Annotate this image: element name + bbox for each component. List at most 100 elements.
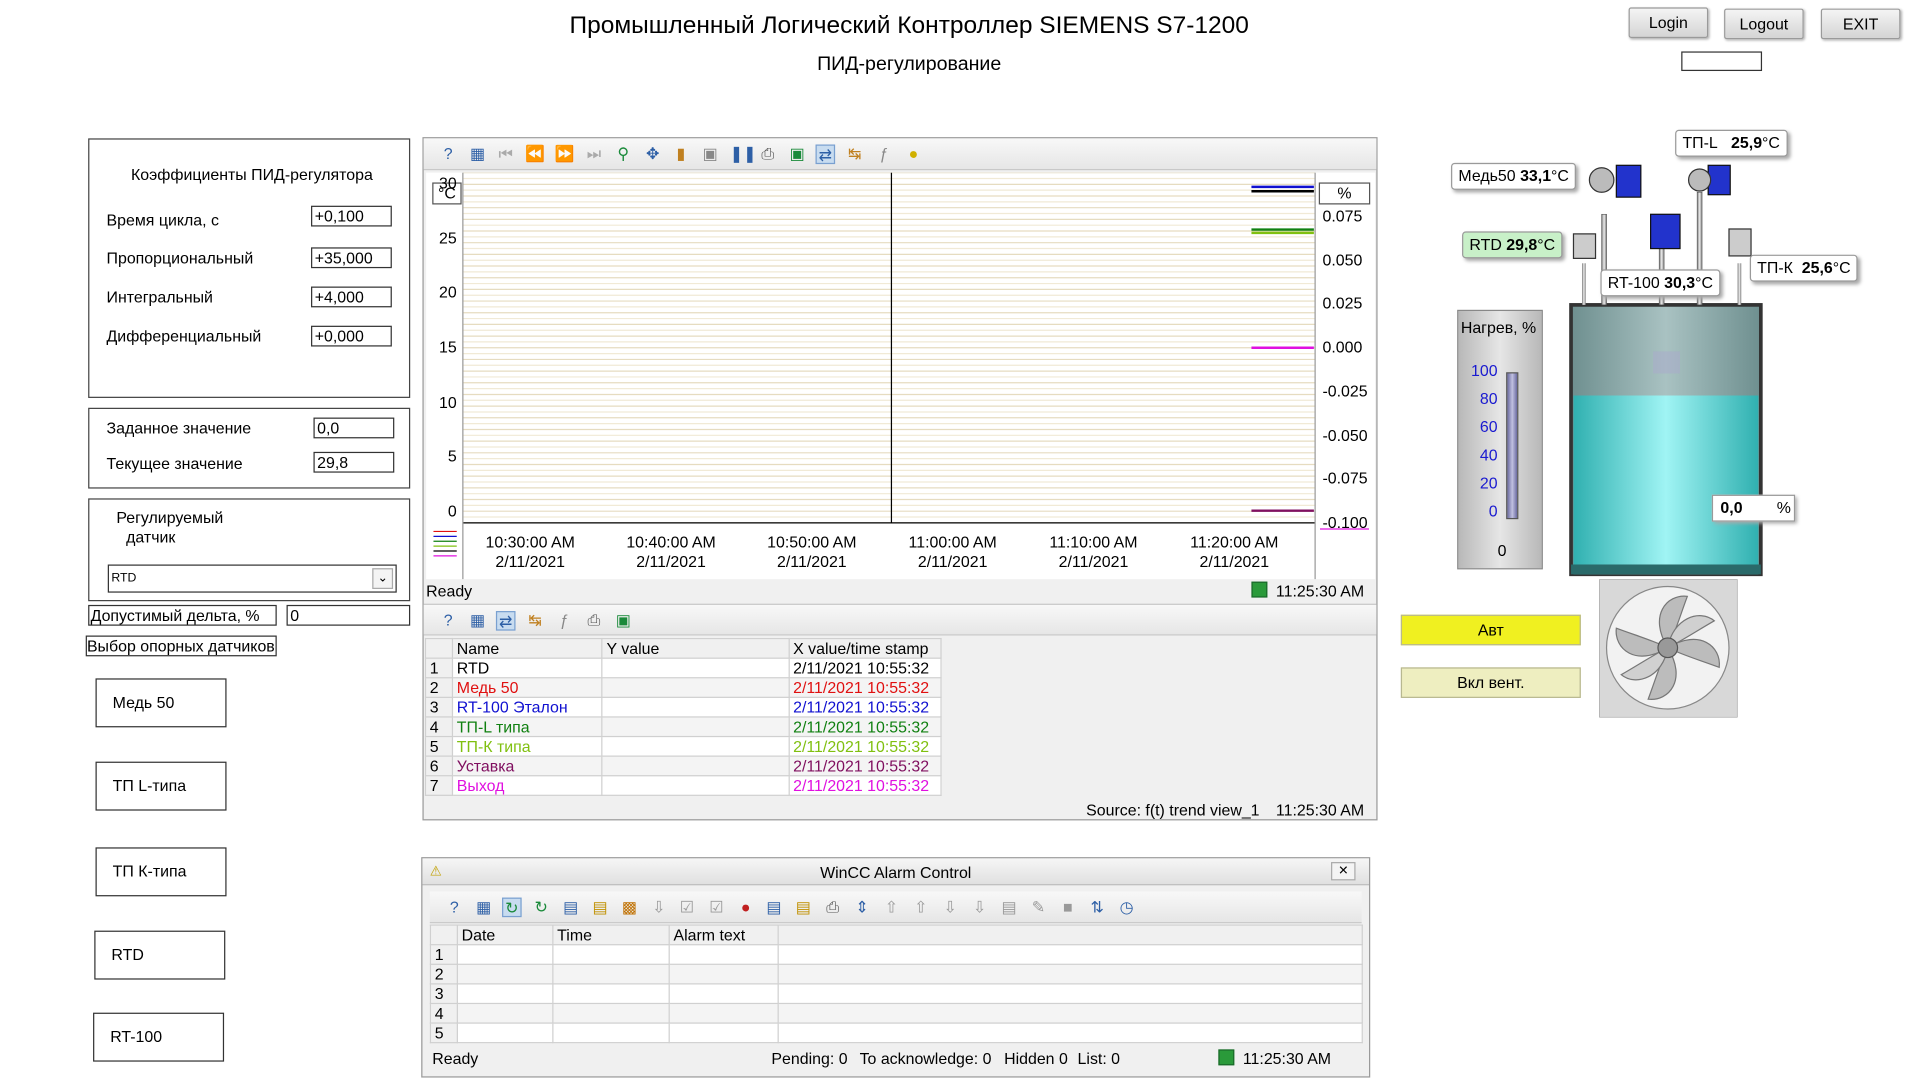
trend-control: ? ▦ ⏮ ⏪ ⏩ ⏭ ⚲ ✥ ▮ ▣ ❚❚ ⎙ ▣ ⇄ ↹ ƒ ● °C % [422, 137, 1378, 821]
alarm-help-icon[interactable]: ? [444, 898, 464, 918]
alarm-control: ⚠ WinCC Alarm Control ✕ ? ▦ ↻ ↻ ▤ ▤ ▩ ⇩ … [421, 857, 1371, 1078]
alarm-group-ack-icon[interactable]: ☑ [707, 898, 727, 918]
alarm-row[interactable]: 2 [429, 963, 1363, 985]
alarm-row[interactable]: 3 [429, 983, 1363, 1005]
alarm-row[interactable]: 4 [429, 1002, 1363, 1024]
col-x-value[interactable]: X value/time stamp [788, 637, 942, 659]
rtd-value: 29,8 [1506, 235, 1538, 254]
ruler-icon[interactable]: ▮ [671, 144, 691, 164]
alarm-lock-list-icon[interactable]: ▤ [561, 898, 581, 918]
export-icon[interactable]: ▣ [787, 144, 807, 164]
table-row[interactable]: 5 ТП-К типа 2/11/2021 10:55:32 [424, 735, 942, 757]
alarm-loop-icon[interactable]: ⇩ [649, 898, 669, 918]
right-axis-tick: -0.075 [1322, 469, 1368, 488]
table-row[interactable]: 7 Выход 2/11/2021 10:55:32 [424, 775, 942, 796]
col-name[interactable]: Name [451, 637, 603, 659]
alarm-sort-icon[interactable]: ⇕ [852, 898, 872, 918]
alarm-comment-icon[interactable]: ✎ [1029, 898, 1049, 918]
proportional-field[interactable]: +35,000 [311, 247, 392, 269]
values-config-icon[interactable]: ▦ [468, 611, 488, 631]
stop-icon[interactable]: ❚❚ [730, 144, 757, 164]
alarm-to-acknowledge: To acknowledge: 0 [859, 1049, 992, 1068]
alarm-first-icon[interactable]: ⇧ [882, 898, 902, 918]
table-row[interactable]: 4 ТП-L типа 2/11/2021 10:55:32 [424, 716, 942, 738]
compare-icon[interactable]: ⇄ [815, 144, 836, 165]
alarm-col-time[interactable]: Time [552, 924, 670, 946]
login-button[interactable]: Login [1628, 7, 1709, 38]
ref-sensor-rt100-button[interactable]: RT-100 [93, 1012, 225, 1062]
alarm-list-icon[interactable]: ↻ [502, 897, 522, 918]
trend-chart [462, 172, 1316, 580]
values-export-icon[interactable]: ▣ [613, 611, 633, 631]
alarm-cell [777, 963, 1363, 985]
zoom-icon[interactable]: ⚲ [613, 144, 633, 164]
fan-on-button[interactable]: Вкл вент. [1400, 667, 1581, 698]
add-icon[interactable]: ● [904, 144, 924, 164]
alarm-info-icon[interactable]: ▤ [999, 898, 1019, 918]
alarm-selection-icon[interactable]: ▤ [793, 898, 813, 918]
alarm-last-icon[interactable]: ⇩ [970, 898, 990, 918]
values-interval-icon[interactable]: ↹ [525, 611, 545, 631]
alarm-row[interactable]: 1 [429, 944, 1363, 965]
alarm-prev-icon[interactable]: ⇧ [911, 898, 931, 918]
alarm-config-icon[interactable]: ▦ [474, 898, 494, 918]
alarm-emergency-icon[interactable]: ▤ [764, 898, 784, 918]
table-row[interactable]: 6 Уставка 2/11/2021 10:55:32 [424, 755, 942, 777]
values-help-icon[interactable]: ? [438, 611, 458, 631]
table-row[interactable]: 1 RTD 2/11/2021 10:55:32 [424, 657, 942, 679]
cycle-time-field[interactable]: +0,100 [311, 205, 392, 227]
exit-button[interactable]: EXIT [1820, 8, 1901, 40]
table-row[interactable]: 3 RT-100 Эталон 2/11/2021 10:55:32 [424, 696, 942, 718]
alarm-row[interactable]: 5 [429, 1022, 1363, 1044]
alarm-journal-icon[interactable]: ↻ [531, 898, 551, 918]
ref-sensor-tpk-button[interactable]: ТП К-типа [95, 847, 227, 897]
alarm-row-index: 2 [429, 963, 458, 985]
chevron-down-icon[interactable]: ⌄ [372, 568, 394, 589]
regulated-sensor-select[interactable]: RTD ⌄ [107, 564, 397, 593]
integral-field[interactable]: +4,000 [311, 286, 392, 308]
logout-button[interactable]: Logout [1724, 8, 1804, 40]
time-axis-tick-time: 10:50:00 AM [767, 532, 857, 552]
alarm-col-date[interactable]: Date [456, 924, 554, 946]
ref-sensor-rtd-button[interactable]: RTD [94, 930, 226, 980]
tpl-unit: °C [1762, 133, 1780, 152]
time-axis-tick-date: 2/11/2021 [1199, 552, 1270, 571]
alarm-time-base-icon[interactable]: ◷ [1117, 898, 1137, 918]
values-function-icon[interactable]: ƒ [555, 611, 575, 631]
close-icon[interactable]: ✕ [1331, 862, 1356, 881]
table-row[interactable]: 2 Медь 50 2/11/2021 10:55:32 [424, 677, 942, 698]
alarm-ack-icon[interactable]: ☑ [677, 898, 697, 918]
interval-icon[interactable]: ↹ [845, 144, 865, 164]
fan-icon[interactable] [1599, 579, 1738, 718]
original-view-icon[interactable]: ▣ [700, 144, 720, 164]
alarm-print-icon[interactable]: ⎙ [823, 898, 843, 918]
heater-value: 0 [1497, 541, 1507, 560]
ref-sensor-tpl-button[interactable]: ТП L-типа [95, 761, 227, 811]
alarm-next-icon[interactable]: ⇩ [940, 898, 960, 918]
config-icon[interactable]: ▦ [468, 144, 488, 164]
col-y-value[interactable]: Y value [601, 637, 790, 659]
first-icon[interactable]: ⏮ [496, 144, 516, 164]
time-axis-tick-time: 11:20:00 AM [1190, 532, 1279, 552]
auto-mode-button[interactable]: Авт [1400, 614, 1581, 646]
alarm-col-text[interactable]: Alarm text [668, 924, 779, 946]
differential-field[interactable]: +0,000 [311, 325, 392, 347]
alarm-hidden-icon[interactable]: ▤ [590, 898, 610, 918]
setpoint-field[interactable]: 0,0 [313, 417, 395, 439]
previous-icon[interactable]: ⏪ [525, 144, 545, 164]
print-icon[interactable]: ⎙ [758, 144, 778, 164]
ref-sensor-med50-button[interactable]: Медь 50 [95, 678, 227, 728]
alarm-sort-dialog-icon[interactable]: ⇅ [1087, 898, 1107, 918]
values-compare-icon[interactable]: ⇄ [495, 611, 516, 631]
values-print-icon[interactable]: ⎙ [584, 611, 604, 631]
last-icon[interactable]: ⏭ [584, 144, 604, 164]
alarm-stats-icon[interactable]: ▩ [620, 898, 640, 918]
alarm-lock-icon[interactable]: ■ [1058, 898, 1078, 918]
tpk-reading: ТП-К 25,6°C [1749, 254, 1858, 282]
alarm-horn-icon[interactable]: ● [736, 898, 756, 918]
move-icon[interactable]: ✥ [643, 144, 663, 164]
help-icon[interactable]: ? [438, 144, 458, 164]
function-icon[interactable]: ƒ [874, 144, 894, 164]
delta-field[interactable]: 0 [286, 604, 411, 626]
next-icon[interactable]: ⏩ [555, 144, 575, 164]
